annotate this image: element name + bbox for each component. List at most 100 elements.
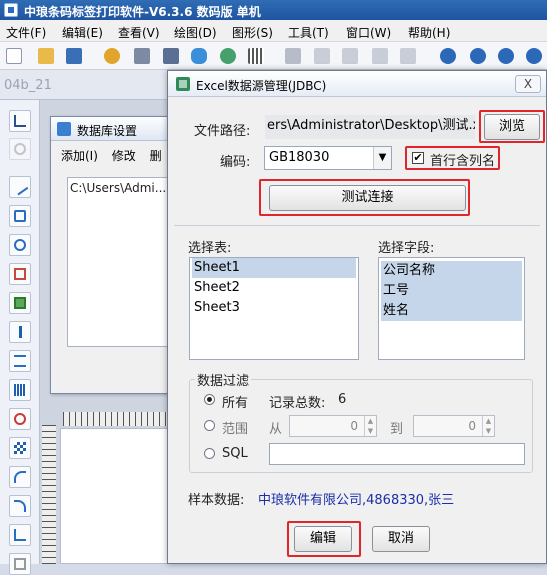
- menu-tools[interactable]: 工具(T): [288, 24, 329, 41]
- app-logo-icon: [4, 3, 18, 17]
- arc-tool-icon[interactable]: [9, 495, 31, 517]
- field-item-name[interactable]: 姓名: [381, 301, 522, 321]
- range-to-value: 0: [468, 419, 476, 433]
- menu-draw[interactable]: 绘图(D): [174, 24, 217, 41]
- grid-icon[interactable]: [248, 48, 264, 64]
- filter-sql-radio[interactable]: [204, 448, 215, 459]
- rectangle-tool-icon[interactable]: [9, 205, 31, 227]
- encoding-label: 编码:: [220, 155, 251, 170]
- cut-icon[interactable]: [285, 48, 301, 64]
- dropdown-arrow-icon[interactable]: ▼: [373, 147, 391, 169]
- image-tool-icon[interactable]: [9, 292, 31, 314]
- close-button[interactable]: X: [515, 75, 541, 93]
- database-list-item[interactable]: C:\Users\Admi...: [70, 181, 166, 195]
- open-folder-icon[interactable]: [38, 48, 54, 64]
- shape-tool-icon[interactable]: [9, 408, 31, 430]
- zoom-actual-icon[interactable]: [526, 48, 542, 64]
- qrcode-tool-icon[interactable]: [9, 437, 31, 459]
- redo-icon[interactable]: [400, 48, 416, 64]
- cancel-button[interactable]: 取消: [372, 526, 430, 552]
- fields-list[interactable]: 公司名称 工号 姓名: [378, 257, 525, 360]
- paragraph-tool-icon[interactable]: [9, 350, 31, 372]
- range-from-spinner[interactable]: 0 ▲ ▼: [289, 415, 377, 437]
- filter-range-radio[interactable]: [204, 420, 215, 431]
- ellipse-tool-icon[interactable]: [9, 234, 31, 256]
- table-item-sheet3[interactable]: Sheet3: [192, 298, 356, 318]
- menu-shape[interactable]: 图形(S): [232, 24, 273, 41]
- settings-icon[interactable]: [104, 48, 120, 64]
- vertical-ruler: [42, 425, 56, 564]
- line-tool-icon[interactable]: [9, 176, 31, 198]
- table-item-sheet2[interactable]: Sheet2: [192, 278, 356, 298]
- field-item-company[interactable]: 公司名称: [381, 261, 522, 281]
- table-tool-icon[interactable]: [9, 553, 31, 575]
- encoding-value: GB18030: [269, 150, 330, 165]
- spinner-down-icon[interactable]: ▼: [364, 426, 376, 436]
- spinner-up-icon[interactable]: ▲: [482, 416, 494, 426]
- db-edit-menu[interactable]: 修改: [112, 149, 136, 163]
- database-window-titlebar: 数据库设置: [51, 117, 181, 141]
- field-item-id[interactable]: 工号: [381, 281, 522, 301]
- encoding-select[interactable]: GB18030 ▼: [264, 146, 392, 170]
- db-delete-menu[interactable]: 删: [150, 149, 162, 163]
- test-connection-highlight: [259, 179, 470, 216]
- barcode-tool-icon[interactable]: [9, 379, 31, 401]
- print-icon[interactable]: [134, 48, 150, 64]
- spinner-up-icon[interactable]: ▲: [364, 416, 376, 426]
- database-settings-window: 数据库设置 添加(I) 修改 删 C:\Users\Admi...: [50, 116, 182, 394]
- menu-view[interactable]: 查看(V): [118, 24, 160, 41]
- db-add-menu[interactable]: 添加(I): [61, 149, 98, 163]
- excel-datasource-dialog: Excel数据源管理(JDBC) X 文件路径: ers\Administrat…: [167, 70, 547, 564]
- text-tool-icon[interactable]: [9, 321, 31, 343]
- curve-tool-icon[interactable]: [9, 466, 31, 488]
- pen-tool-icon[interactable]: [9, 263, 31, 285]
- browse-highlight: [479, 110, 545, 143]
- header-row-highlight: [405, 146, 500, 170]
- file-path-label: 文件路径:: [194, 124, 251, 139]
- menu-file[interactable]: 文件(F): [6, 24, 46, 41]
- edit-highlight: [287, 521, 361, 557]
- undo-icon[interactable]: [372, 48, 388, 64]
- select-pointer-icon[interactable]: [9, 110, 31, 132]
- menu-edit[interactable]: 编辑(E): [62, 24, 103, 41]
- database-window-menu: 添加(I) 修改 删: [61, 147, 162, 164]
- filter-all-radio[interactable]: [204, 394, 215, 405]
- divider: [174, 225, 540, 226]
- data-source-icon[interactable]: [220, 48, 236, 64]
- dialog-title: Excel数据源管理(JDBC): [196, 79, 327, 93]
- printer-setup-icon[interactable]: [163, 48, 179, 64]
- range-from-value: 0: [350, 419, 358, 433]
- copy-icon[interactable]: [314, 48, 330, 64]
- data-filter-label: 数据过滤: [195, 370, 252, 389]
- app-title: 中琅条码标签打印软件-V6.3.6 数码版 单机: [24, 5, 261, 19]
- menu-window[interactable]: 窗口(W): [346, 24, 391, 41]
- toolbar: [0, 42, 547, 70]
- polygon-tool-icon[interactable]: [9, 524, 31, 546]
- tables-label: 选择表:: [188, 241, 232, 256]
- menu-help[interactable]: 帮助(H): [408, 24, 450, 41]
- spinner-down-icon[interactable]: ▼: [482, 426, 494, 436]
- file-path-field[interactable]: ers\Administrator\Desktop\测试.xls: [265, 115, 475, 139]
- new-file-icon[interactable]: [6, 48, 22, 64]
- document-tab[interactable]: 04b_21: [4, 78, 52, 93]
- table-item-sheet1[interactable]: Sheet1: [192, 258, 356, 278]
- total-records-label: 记录总数:: [269, 396, 326, 411]
- zoom-fit-icon[interactable]: [498, 48, 514, 64]
- rotate-icon[interactable]: [9, 138, 31, 160]
- zoom-in-icon[interactable]: [440, 48, 456, 64]
- tables-list[interactable]: Sheet1 Sheet2 Sheet3: [189, 257, 359, 360]
- database-icon[interactable]: [191, 48, 207, 64]
- zoom-out-icon[interactable]: [470, 48, 486, 64]
- database-list[interactable]: C:\Users\Admi...: [67, 177, 177, 347]
- range-to-spinner[interactable]: 0 ▲ ▼: [413, 415, 495, 437]
- filter-sql-label: SQL: [222, 446, 248, 461]
- app-title-bar: 中琅条码标签打印软件-V6.3.6 数码版 单机: [0, 0, 547, 20]
- excel-icon: [176, 77, 190, 91]
- paste-icon[interactable]: [342, 48, 358, 64]
- label-paper[interactable]: [60, 428, 180, 564]
- sql-input[interactable]: [269, 443, 525, 465]
- save-icon[interactable]: [66, 48, 82, 64]
- fields-label: 选择字段:: [378, 241, 435, 256]
- sample-data-value: 中琅软件有限公司,4868330,张三: [258, 493, 455, 508]
- database-window-title: 数据库设置: [77, 124, 138, 138]
